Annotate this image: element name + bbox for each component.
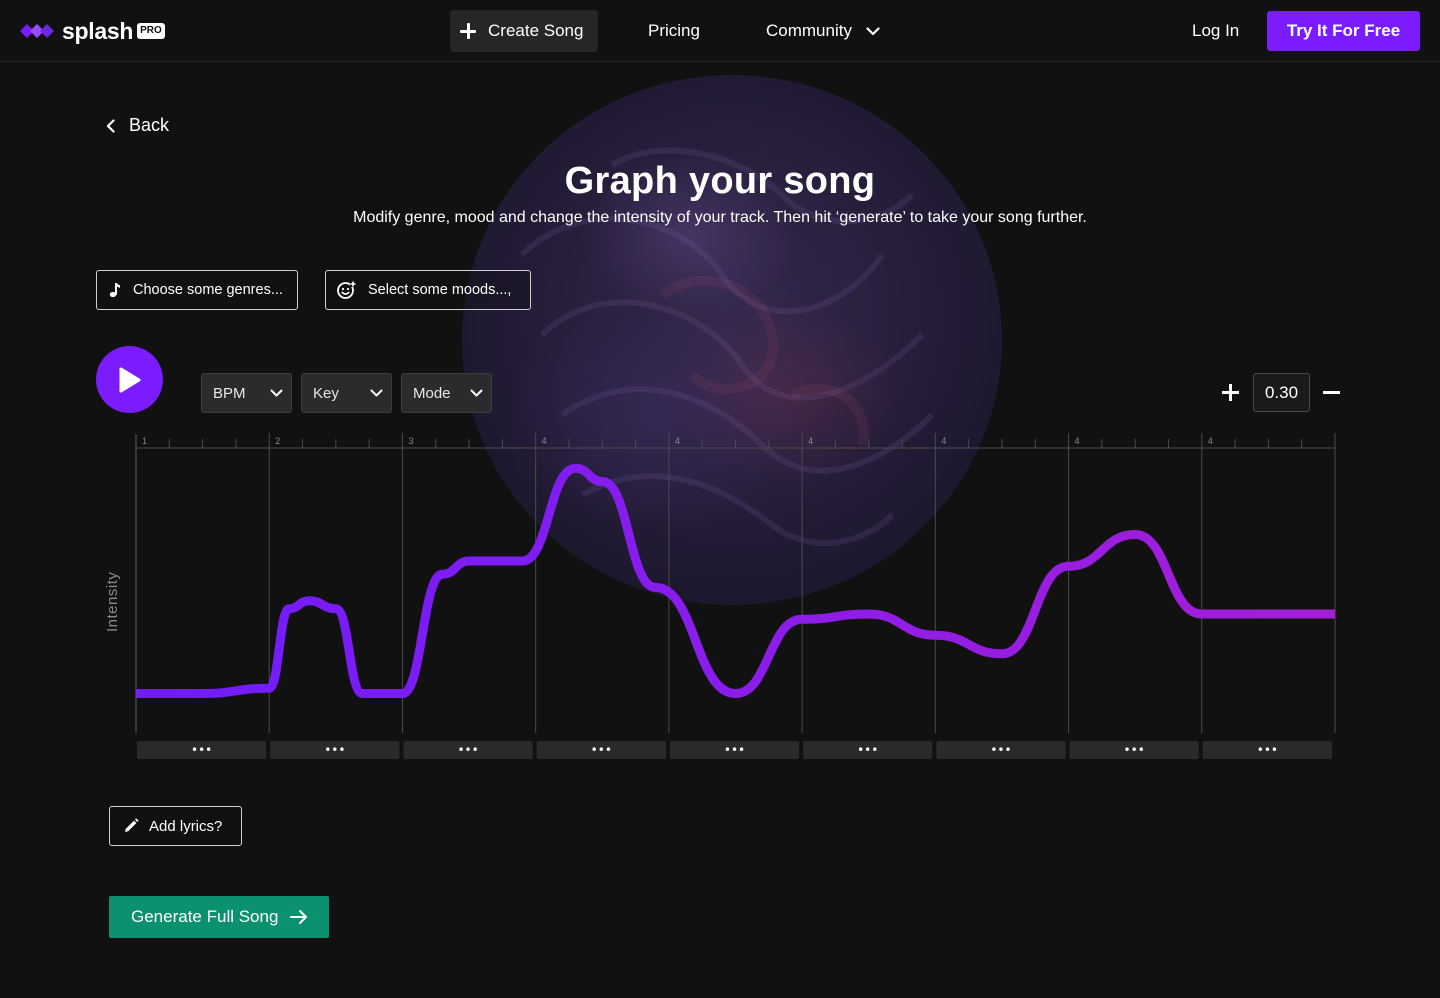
section-marker-label: 2 bbox=[275, 436, 280, 446]
section-menu-dots: ••• bbox=[191, 743, 212, 757]
pro-badge: PRO bbox=[137, 23, 165, 39]
section-marker-label: 3 bbox=[408, 436, 413, 446]
zoom-value-input[interactable]: 0.30 bbox=[1253, 373, 1310, 412]
genre-selector[interactable]: Choose some genres... bbox=[96, 270, 298, 310]
mode-select[interactable]: Mode bbox=[401, 373, 492, 413]
top-nav: splash PRO Create Song Pricing Community… bbox=[0, 0, 1440, 62]
smiley-add-icon bbox=[337, 281, 356, 299]
chevron-down-icon bbox=[270, 389, 283, 397]
page-title: Graph your song bbox=[564, 160, 876, 202]
section-marker-label: 4 bbox=[675, 436, 680, 446]
section-menu-dots: ••• bbox=[724, 743, 745, 757]
section-marker-label: 4 bbox=[542, 436, 547, 446]
splash-logo-icon bbox=[20, 24, 54, 38]
section-menu-dots: ••• bbox=[857, 743, 878, 757]
zoom-in-button[interactable] bbox=[1221, 383, 1240, 402]
plus-icon bbox=[460, 23, 476, 39]
community-label: Community bbox=[766, 21, 852, 40]
intensity-line[interactable] bbox=[136, 463, 1335, 698]
chevron-left-icon bbox=[106, 118, 115, 133]
back-label: Back bbox=[129, 115, 170, 135]
intensity-graph-canvas[interactable]: 1 ••• 2 ••• 3 ••• 4 ••• 4 ••• 4 ••• 4 ••• 4 ••• 4 ••• bbox=[100, 430, 1345, 765]
play-icon bbox=[119, 367, 140, 392]
bpm-label: BPM bbox=[213, 384, 246, 402]
create-song-button[interactable]: Create Song bbox=[450, 10, 598, 52]
section-menu-dots: ••• bbox=[990, 743, 1011, 757]
section-menu-dots: ••• bbox=[457, 743, 478, 757]
chevron-down-icon bbox=[370, 389, 383, 397]
section-marker-label: 1 bbox=[142, 436, 147, 446]
intensity-graph[interactable]: 1 ••• 2 ••• 3 ••• 4 ••• 4 ••• 4 ••• 4 ••• 4 ••• 4 ••• bbox=[100, 430, 1345, 765]
generate-full-song-button[interactable]: Generate Full Song bbox=[109, 896, 329, 938]
arrow-right-icon bbox=[290, 910, 308, 924]
login-link[interactable]: Log In bbox=[1192, 20, 1239, 42]
key-select[interactable]: Key bbox=[301, 373, 392, 413]
y-axis-label: Intensity bbox=[104, 571, 121, 632]
section-marker-label: 4 bbox=[941, 436, 946, 446]
create-song-label: Create Song bbox=[488, 21, 584, 40]
key-label: Key bbox=[313, 384, 339, 402]
mood-placeholder: Select some moods..., bbox=[368, 282, 512, 298]
section-marker-label: 4 bbox=[1075, 436, 1080, 446]
mode-label: Mode bbox=[413, 384, 451, 402]
section-menu-dots: ••• bbox=[1124, 743, 1145, 757]
pencil-icon bbox=[125, 818, 139, 832]
section-menu-dots: ••• bbox=[591, 743, 612, 757]
back-button[interactable]: Back bbox=[106, 115, 169, 136]
bpm-select[interactable]: BPM bbox=[201, 373, 292, 413]
logo-text: splash bbox=[62, 17, 134, 44]
genre-placeholder: Choose some genres... bbox=[133, 282, 283, 298]
pricing-link[interactable]: Pricing bbox=[648, 20, 700, 42]
page-subtitle: Modify genre, mood and change the intens… bbox=[353, 209, 1087, 226]
zoom-out-button[interactable] bbox=[1323, 391, 1340, 394]
chevron-down-icon bbox=[866, 26, 880, 35]
splash-logo[interactable]: splash PRO bbox=[20, 16, 165, 46]
community-menu[interactable]: Community bbox=[766, 20, 880, 42]
section-menu-dots: ••• bbox=[1257, 743, 1278, 757]
section-marker-label: 4 bbox=[808, 436, 813, 446]
add-lyrics-label: Add lyrics? bbox=[149, 817, 223, 835]
play-button[interactable] bbox=[96, 346, 163, 413]
add-lyrics-button[interactable]: Add lyrics? bbox=[109, 806, 242, 846]
generate-label: Generate Full Song bbox=[131, 907, 279, 926]
chevron-down-icon bbox=[470, 389, 483, 397]
try-free-button[interactable]: Try It For Free bbox=[1267, 11, 1420, 51]
music-note-icon bbox=[109, 283, 120, 298]
section-menu-dots: ••• bbox=[324, 743, 345, 757]
section-marker-label: 4 bbox=[1208, 436, 1213, 446]
mood-selector[interactable]: Select some moods..., bbox=[325, 270, 531, 310]
